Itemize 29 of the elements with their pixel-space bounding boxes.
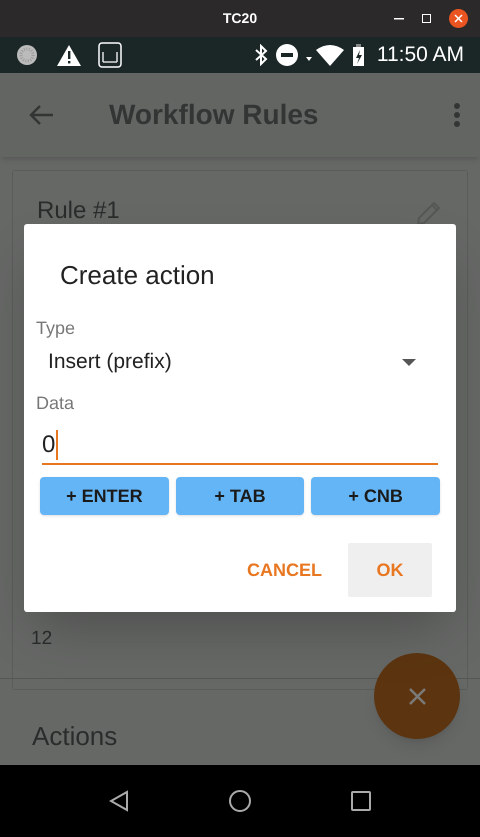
window-title: TC20 <box>222 9 258 28</box>
field-label: Type <box>36 317 76 340</box>
insert-button[interactable]: + TAB <box>176 477 304 515</box>
insert-button[interactable]: + ENTER <box>40 477 169 515</box>
wifi-icon <box>306 44 344 66</box>
maximize-icon[interactable] <box>422 14 431 23</box>
close-icon <box>408 688 426 704</box>
bluetooth-icon <box>254 44 268 66</box>
do-not-disturb-icon <box>276 44 298 66</box>
rule-value: 12 <box>31 627 52 651</box>
dialog-title: Create action <box>60 259 216 292</box>
dropdown-caret-icon <box>402 358 416 366</box>
data-input-field[interactable]: 0 <box>42 427 438 465</box>
field-label: Data <box>36 392 76 415</box>
loading-icon <box>16 44 38 66</box>
minimize-icon[interactable] <box>394 18 404 20</box>
status-time: 11:50 AM <box>376 42 464 68</box>
back-icon[interactable] <box>109 790 129 812</box>
section-title: Actions <box>32 720 118 753</box>
insert-button[interactable]: + CNB <box>311 477 440 515</box>
warning-icon <box>57 44 81 66</box>
rule-title: Rule #1 <box>37 196 120 226</box>
device-icon <box>98 42 122 68</box>
recents-icon[interactable] <box>351 791 371 811</box>
close-icon[interactable] <box>449 9 468 28</box>
home-icon[interactable] <box>229 790 251 812</box>
type-dropdown[interactable]: Insert (prefix) <box>36 346 444 378</box>
edit-icon[interactable] <box>415 199 443 227</box>
battery-charging-icon <box>352 44 365 66</box>
